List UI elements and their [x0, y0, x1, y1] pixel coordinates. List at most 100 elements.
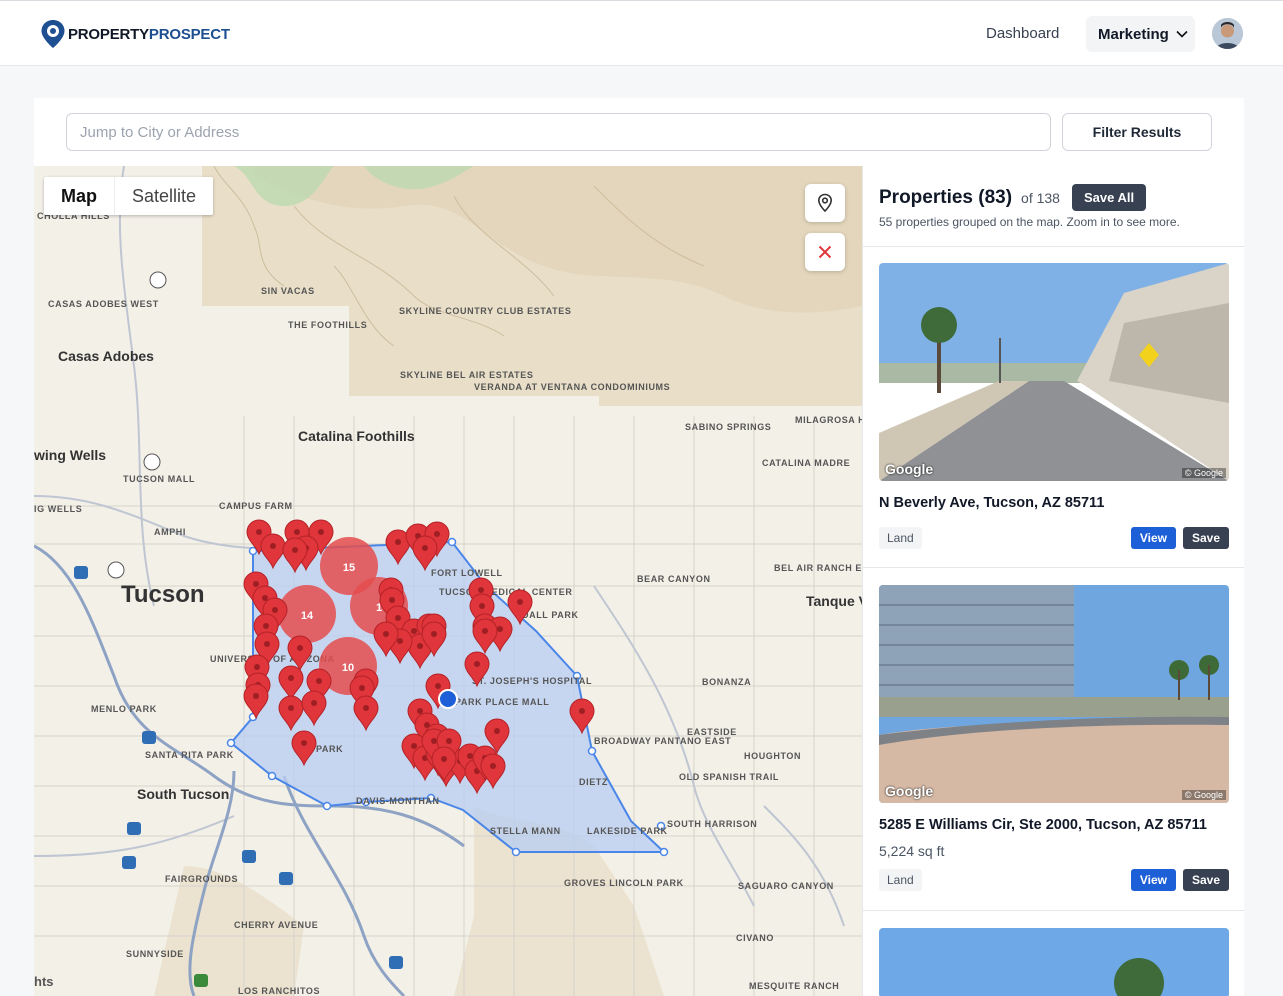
property-marker-dot: [256, 529, 262, 535]
property-marker-dot: [264, 641, 270, 647]
property-marker-dot: [294, 529, 300, 535]
property-marker-dot: [417, 643, 423, 649]
map-label: BONANZA: [702, 677, 751, 687]
property-marker-dot: [467, 753, 473, 759]
property-marker-dot: [270, 543, 276, 549]
property-type-badge: Land: [879, 527, 922, 549]
property-marker-dot: [389, 597, 395, 603]
divider: [863, 246, 1244, 247]
property-marker-dot: [363, 705, 369, 711]
map-label: AMPHI: [154, 527, 186, 537]
property-address[interactable]: N Beverly Ave, Tucson, AZ 85711: [879, 495, 1229, 511]
map-label: TUCSON MEDICAL CENTER: [439, 587, 572, 597]
map-label: THE FOOTHILLS: [288, 320, 367, 330]
map-label: SABINO SPRINGS: [685, 422, 771, 432]
save-all-button[interactable]: Save All: [1071, 184, 1147, 211]
map-label: BEAR CANYON: [637, 574, 711, 584]
map-label-city: Tucson: [121, 581, 205, 608]
brand-logo[interactable]: PROPERTYPROSPECT: [40, 19, 230, 49]
property-marker-dot: [311, 700, 317, 706]
street-view-photo[interactable]: Google © Google: [879, 585, 1229, 803]
property-marker-dot: [446, 738, 452, 744]
nav-dashboard-link[interactable]: Dashboard: [986, 25, 1059, 42]
property-marker-dot: [297, 645, 303, 651]
map-view[interactable]: CHOLLA HILLS SIN VACAS THE FOOTHILLS SKY…: [34, 166, 862, 996]
clear-polygon-button[interactable]: [805, 233, 845, 271]
map-label: PARK: [316, 744, 343, 754]
location-search-input[interactable]: [66, 113, 1051, 151]
property-marker-dot: [479, 603, 485, 609]
property-marker-dot: [288, 705, 294, 711]
map-label: PARK PLACE MALL: [455, 697, 549, 707]
property-marker-dot: [411, 628, 417, 634]
map-label: TUCSON MALL: [123, 474, 195, 484]
location-pin-icon: [817, 193, 833, 213]
close-icon: [818, 245, 832, 259]
map-label: IG WELLS: [34, 504, 82, 514]
map-label: SKYLINE BEL AIR ESTATES: [400, 370, 533, 380]
property-marker-dot: [482, 628, 488, 634]
street-view-photo[interactable]: [879, 928, 1229, 996]
property-marker-dot: [395, 615, 401, 621]
street-view-photo[interactable]: Google © Google: [879, 263, 1229, 481]
map-label: MENLO PARK: [91, 704, 157, 714]
cluster-count: 15: [343, 562, 355, 574]
property-marker-dot: [490, 763, 496, 769]
property-marker-dot: [263, 623, 269, 629]
save-property-button[interactable]: Save: [1182, 869, 1229, 891]
map-canvas[interactable]: CHOLLA HILLS SIN VACAS THE FOOTHILLS SKY…: [34, 166, 862, 996]
map-label: VERANDA AT VENTANA CONDOMINIUMS: [474, 382, 670, 392]
property-address[interactable]: 5285 E Williams Cir, Ste 2000, Tucson, A…: [879, 817, 1229, 833]
property-marker-dot: [497, 626, 503, 632]
property-marker-dot: [579, 708, 585, 714]
map-label: CASAS ADOBES WEST: [48, 299, 159, 309]
map-label: FORT LOWELL: [431, 568, 503, 578]
property-marker-dot: [262, 595, 268, 601]
property-marker-dot: [292, 547, 298, 553]
map-label: DAVIS-MONTHAN: [356, 796, 440, 806]
map-label: SUNNYSIDE: [126, 949, 184, 959]
nav-marketing-dropdown[interactable]: Marketing: [1086, 16, 1195, 52]
current-location-dot: [438, 689, 458, 709]
view-property-button[interactable]: View: [1130, 869, 1176, 891]
property-marker-dot: [318, 529, 324, 535]
map-type-map-tab[interactable]: Map: [44, 177, 115, 215]
property-marker-dot: [253, 693, 259, 699]
map-type-satellite-tab[interactable]: Satellite: [115, 177, 213, 215]
map-label: CATALINA MADRE: [762, 458, 850, 468]
properties-subtitle: 55 properties grouped on the map. Zoom i…: [879, 215, 1180, 229]
map-label: CAMPUS FARM: [219, 501, 293, 511]
map-label: DALL PARK: [522, 610, 579, 620]
user-avatar[interactable]: [1212, 18, 1243, 49]
property-marker-dot: [383, 631, 389, 637]
map-label: SANTA RITA PARK: [145, 750, 234, 760]
save-property-button[interactable]: Save: [1182, 527, 1229, 549]
map-label-city: Casas Adobes: [58, 348, 154, 364]
photo-copyright: © Google: [1181, 468, 1226, 478]
map-label: HOUGHTON: [744, 751, 801, 761]
property-card[interactable]: [879, 928, 1229, 996]
view-property-button[interactable]: View: [1130, 527, 1176, 549]
filter-results-button[interactable]: Filter Results: [1062, 113, 1212, 151]
map-label: GROVES LINCOLN PARK: [564, 878, 684, 888]
properties-total: of 138: [1021, 189, 1060, 206]
property-marker-dot: [441, 756, 447, 762]
properties-count-title: Properties (83): [879, 186, 1013, 208]
divider: [863, 910, 1244, 911]
property-marker-dot: [359, 685, 365, 691]
map-label: CHERRY AVENUE: [234, 920, 318, 930]
property-card[interactable]: Google © Google N Beverly Ave, Tucson, A…: [879, 263, 1229, 549]
property-marker-dot: [422, 545, 428, 551]
map-label: hts: [34, 974, 54, 989]
cluster-count: 10: [342, 662, 354, 674]
location-pin-logo-icon: [40, 19, 66, 49]
property-marker-dot: [253, 581, 259, 587]
map-label: FAIRGROUNDS: [165, 874, 238, 884]
property-marker-dot: [435, 683, 441, 689]
map-label: SOUTH HARRISON: [667, 819, 757, 829]
map-label-city: South Tucson: [137, 786, 229, 802]
locate-button[interactable]: [805, 184, 845, 222]
divider: [863, 567, 1244, 568]
property-marker-dot: [397, 638, 403, 644]
property-card[interactable]: Google © Google 5285 E Williams Cir, Ste…: [879, 585, 1229, 891]
